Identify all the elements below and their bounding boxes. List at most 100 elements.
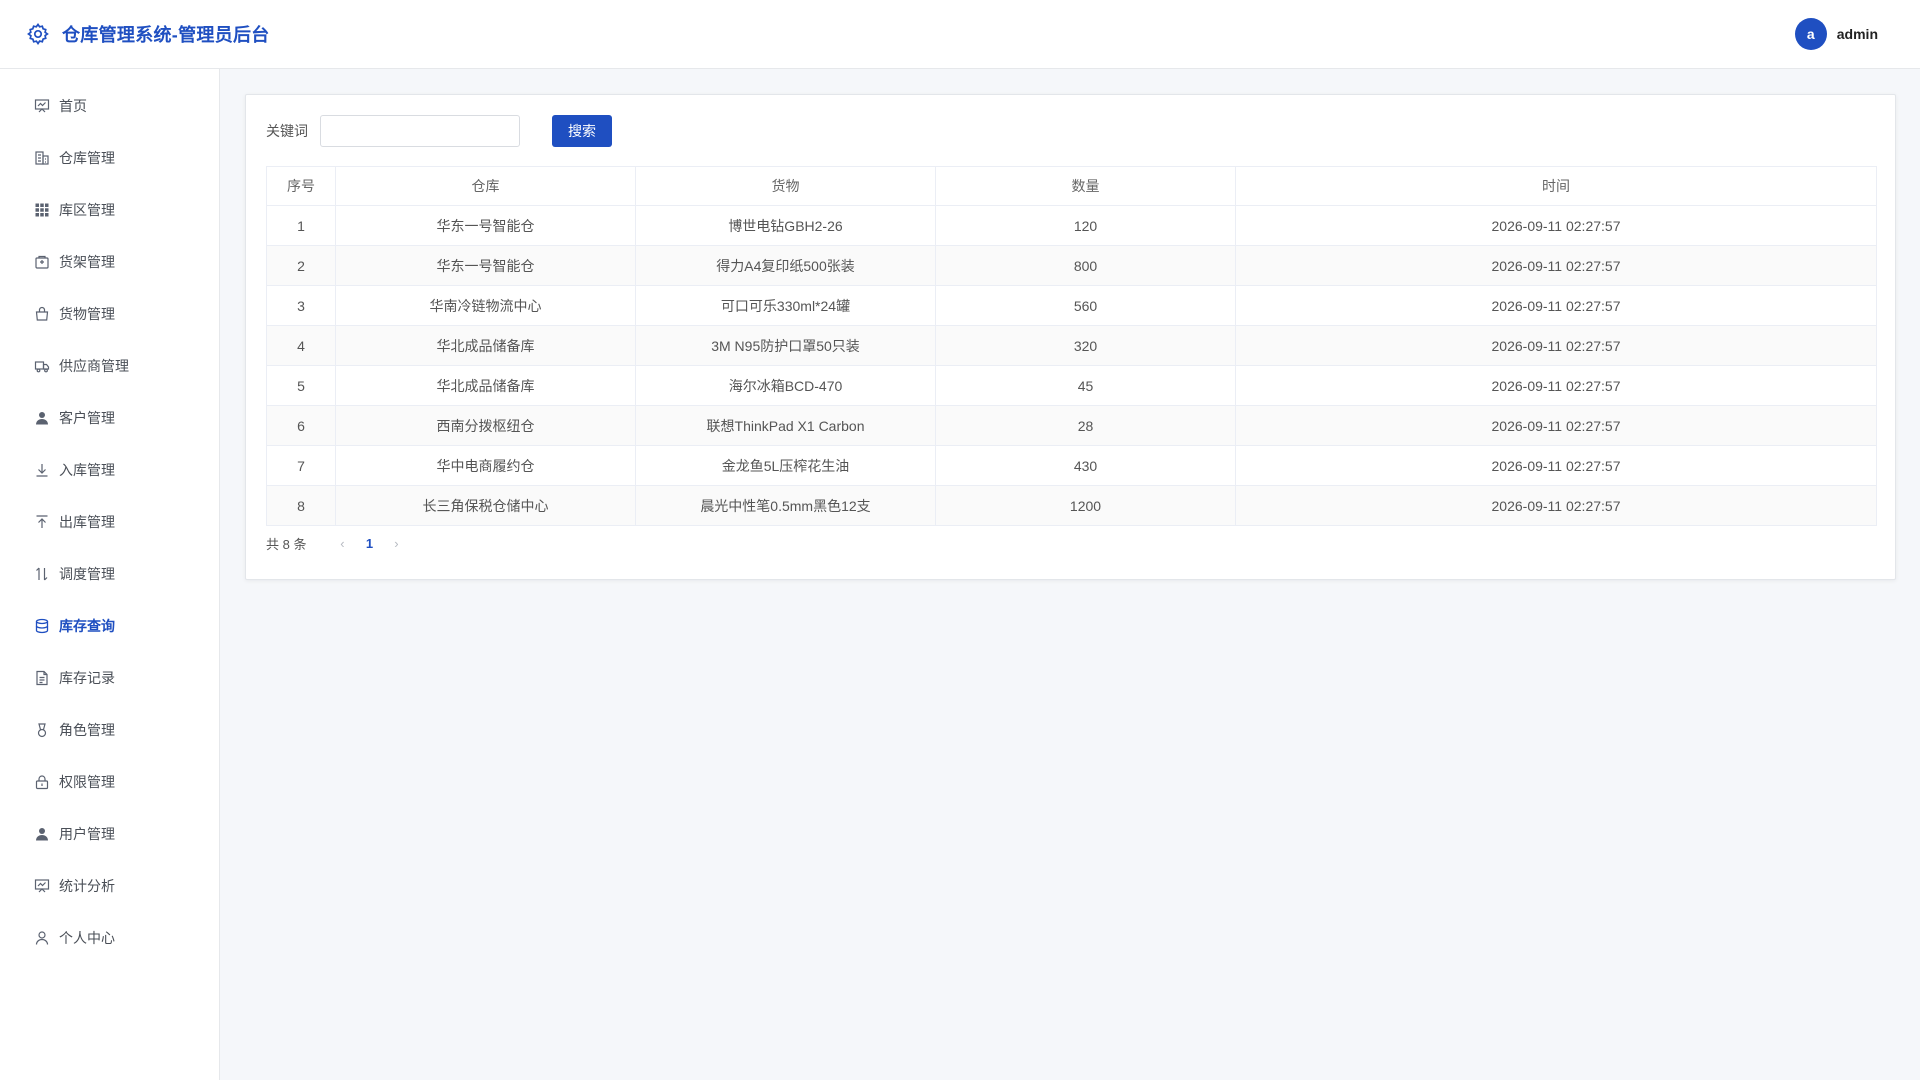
- cell-goods: 得力A4复印纸500张装: [635, 245, 936, 286]
- avatar[interactable]: a: [1794, 18, 1827, 50]
- cell-quantity: 1200: [935, 485, 1236, 526]
- user-icon: [34, 410, 50, 426]
- column-header-quantity: 数量: [935, 166, 1236, 206]
- cell-warehouse: 华东一号智能仓: [335, 245, 636, 286]
- cell-time: 2026-09-11 02:27:57: [1235, 405, 1877, 446]
- table-row: 1 华东一号智能仓 博世电钻GBH2-26 120 2026-09-11 02:…: [266, 205, 1877, 246]
- chart-icon: [34, 878, 50, 894]
- keyword-label: 关键词: [266, 123, 308, 139]
- user-menu[interactable]: a admin: [1794, 18, 1878, 50]
- column-header-index: 序号: [266, 166, 336, 206]
- sidebar-item-shelf[interactable]: 货架管理: [0, 236, 219, 288]
- cell-index: 8: [266, 485, 336, 526]
- sidebar-item-label: 仓库管理: [59, 150, 115, 166]
- gear-icon: [26, 22, 50, 46]
- sidebar-item-label: 出库管理: [59, 514, 115, 530]
- pagination-next-button[interactable]: ›: [386, 536, 406, 551]
- cell-goods: 晨光中性笔0.5mm黑色12支: [635, 485, 936, 526]
- shelf-icon: [34, 254, 50, 270]
- cell-time: 2026-09-11 02:27:57: [1235, 245, 1877, 286]
- sidebar-item-label: 库区管理: [59, 202, 115, 218]
- sidebar-item-label: 货物管理: [59, 306, 115, 322]
- main-content: 关键词 搜索 序号 仓库 货物 数量 时间 1 华东一号智能仓 博世电钻GBH2…: [220, 69, 1920, 1080]
- cell-goods: 3M N95防护口罩50只装: [635, 325, 936, 366]
- sidebar-item-statistics[interactable]: 统计分析: [0, 860, 219, 912]
- sidebar-item-label: 客户管理: [59, 410, 115, 426]
- cell-goods: 博世电钻GBH2-26: [635, 205, 936, 246]
- sidebar-item-home[interactable]: 首页: [0, 80, 219, 132]
- pagination-page-1[interactable]: 1: [352, 536, 386, 551]
- sidebar-item-label: 调度管理: [59, 566, 115, 582]
- cell-quantity: 800: [935, 245, 1236, 286]
- cell-warehouse: 华南冷链物流中心: [335, 285, 636, 326]
- database-icon: [34, 618, 50, 634]
- sidebar-item-goods[interactable]: 货物管理: [0, 288, 219, 340]
- cell-index: 6: [266, 405, 336, 446]
- sidebar-item-label: 权限管理: [59, 774, 115, 790]
- cell-goods: 金龙鱼5L压榨花生油: [635, 445, 936, 486]
- table-row: 2 华东一号智能仓 得力A4复印纸500张装 800 2026-09-11 02…: [266, 245, 1877, 286]
- column-header-warehouse: 仓库: [335, 166, 636, 206]
- sidebar-item-label: 库存查询: [59, 618, 115, 634]
- person-icon: [34, 930, 50, 946]
- sidebar-item-role[interactable]: 角色管理: [0, 704, 219, 756]
- keyword-input[interactable]: [320, 115, 520, 147]
- role-icon: [34, 722, 50, 738]
- sidebar: 首页 仓库管理 库区管理 货架管理 货物管理 供应商管理 客户管理 入库管理 出…: [0, 69, 220, 1080]
- column-header-goods: 货物: [635, 166, 936, 206]
- sidebar-item-label: 个人中心: [59, 930, 115, 946]
- sidebar-item-label: 库存记录: [59, 670, 115, 686]
- sidebar-item-outbound[interactable]: 出库管理: [0, 496, 219, 548]
- lock-icon: [34, 774, 50, 790]
- table-row: 7 华中电商履约仓 金龙鱼5L压榨花生油 430 2026-09-11 02:2…: [266, 445, 1877, 486]
- table-header-row: 序号 仓库 货物 数量 时间: [266, 166, 1877, 206]
- table-row: 5 华北成品储备库 海尔冰箱BCD-470 45 2026-09-11 02:2…: [266, 365, 1877, 406]
- cell-time: 2026-09-11 02:27:57: [1235, 285, 1877, 326]
- cell-goods: 海尔冰箱BCD-470: [635, 365, 936, 406]
- cell-goods: 联想ThinkPad X1 Carbon: [635, 405, 936, 446]
- pagination-prev-button[interactable]: ‹: [332, 536, 352, 551]
- cell-warehouse: 华北成品储备库: [335, 325, 636, 366]
- table-row: 4 华北成品储备库 3M N95防护口罩50只装 320 2026-09-11 …: [266, 325, 1877, 366]
- sidebar-item-user[interactable]: 用户管理: [0, 808, 219, 860]
- cell-index: 2: [266, 245, 336, 286]
- sidebar-item-supplier[interactable]: 供应商管理: [0, 340, 219, 392]
- cell-warehouse: 华东一号智能仓: [335, 205, 636, 246]
- brand: 仓库管理系统-管理员后台: [26, 21, 270, 47]
- cell-warehouse: 西南分拨枢纽仓: [335, 405, 636, 446]
- cell-quantity: 320: [935, 325, 1236, 366]
- sidebar-item-label: 入库管理: [59, 462, 115, 478]
- cell-quantity: 45: [935, 365, 1236, 406]
- pagination: 共 8 条 ‹ 1 ›: [266, 534, 1875, 553]
- search-bar: 关键词 搜索: [266, 115, 1875, 147]
- app-title: 仓库管理系统-管理员后台: [62, 25, 270, 45]
- sidebar-item-profile[interactable]: 个人中心: [0, 912, 219, 964]
- building-icon: [34, 150, 50, 166]
- sidebar-item-zone[interactable]: 库区管理: [0, 184, 219, 236]
- table-row: 8 长三角保税仓储中心 晨光中性笔0.5mm黑色12支 1200 2026-09…: [266, 485, 1877, 526]
- cell-quantity: 120: [935, 205, 1236, 246]
- cell-index: 1: [266, 205, 336, 246]
- sidebar-item-inventory-record[interactable]: 库存记录: [0, 652, 219, 704]
- column-header-time: 时间: [1235, 166, 1877, 206]
- sidebar-item-permission[interactable]: 权限管理: [0, 756, 219, 808]
- bag-icon: [34, 306, 50, 322]
- transfer-icon: [34, 566, 50, 582]
- search-button[interactable]: 搜索: [552, 115, 612, 147]
- sidebar-item-label: 供应商管理: [59, 358, 129, 374]
- sidebar-item-dispatch[interactable]: 调度管理: [0, 548, 219, 600]
- sidebar-item-customer[interactable]: 客户管理: [0, 392, 219, 444]
- cell-warehouse: 华北成品储备库: [335, 365, 636, 406]
- sidebar-item-inbound[interactable]: 入库管理: [0, 444, 219, 496]
- username[interactable]: admin: [1837, 26, 1878, 42]
- sidebar-item-inventory-query[interactable]: 库存查询: [0, 600, 219, 652]
- cell-time: 2026-09-11 02:27:57: [1235, 325, 1877, 366]
- sidebar-item-warehouse[interactable]: 仓库管理: [0, 132, 219, 184]
- user-filled-icon: [34, 826, 50, 842]
- sidebar-item-label: 货架管理: [59, 254, 115, 270]
- download-icon: [34, 462, 50, 478]
- cell-index: 4: [266, 325, 336, 366]
- sidebar-item-label: 角色管理: [59, 722, 115, 738]
- pagination-total: 共 8 条: [266, 537, 307, 552]
- cell-warehouse: 长三角保税仓储中心: [335, 485, 636, 526]
